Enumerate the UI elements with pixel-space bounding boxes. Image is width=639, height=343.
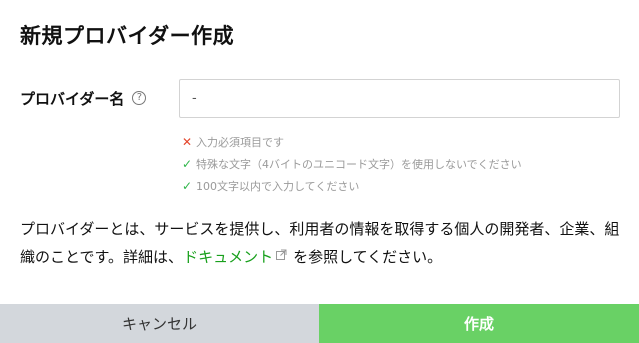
provider-name-label: プロバイダー名 ?: [20, 86, 147, 110]
create-button[interactable]: 作成: [319, 304, 639, 343]
documentation-link[interactable]: ドキュメント: [183, 248, 293, 266]
provider-name-input[interactable]: [179, 79, 620, 118]
rule-text: 特殊な文字（4バイトのユニコード文字）を使用しないでください: [196, 158, 522, 171]
documentation-link-text: ドキュメント: [183, 248, 274, 266]
dialog-title: 新規プロバイダー作成: [20, 24, 235, 48]
description-text-after: を参照してください。: [293, 248, 443, 266]
rule-no-special-chars: ✓ 特殊な文字（4バイトのユニコード文字）を使用しないでください: [180, 153, 522, 175]
provider-description: プロバイダーとは、サービスを提供し、利用者の情報を取得する個人の開発者、企業、組…: [20, 215, 625, 271]
validation-rules: ✕ 入力必須項目です ✓ 特殊な文字（4バイトのユニコード文字）を使用しないでく…: [180, 131, 522, 197]
provider-name-label-text: プロバイダー名: [20, 89, 125, 108]
rule-text: 入力必須項目です: [196, 136, 284, 149]
rule-required: ✕ 入力必須項目です: [180, 131, 522, 153]
external-link-icon: [276, 249, 287, 260]
check-icon: ✓: [181, 157, 193, 171]
rule-text: 100文字以内で入力してください: [196, 180, 360, 193]
cancel-button[interactable]: キャンセル: [0, 304, 319, 343]
question-circle-icon[interactable]: ?: [132, 91, 147, 105]
dialog-footer: キャンセル 作成: [0, 304, 639, 343]
check-icon: ✓: [181, 179, 193, 193]
rule-max-length: ✓ 100文字以内で入力してください: [180, 175, 522, 197]
create-provider-dialog: 新規プロバイダー作成 プロバイダー名 ? ✕ 入力必須項目です ✓ 特殊な文字（…: [0, 0, 639, 343]
cross-icon: ✕: [181, 135, 193, 149]
